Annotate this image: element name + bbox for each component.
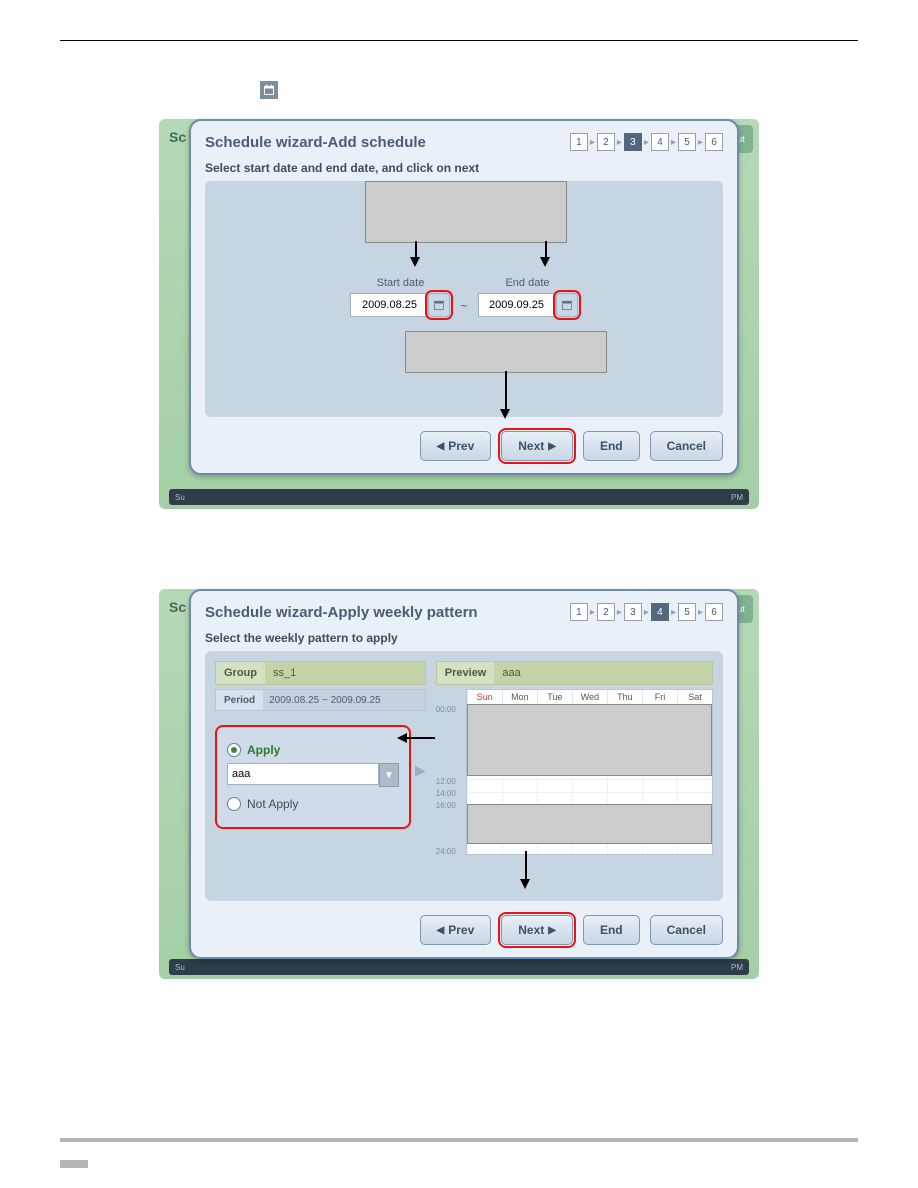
end-date-input[interactable]: [478, 293, 556, 317]
dialog-subtitle: Select start date and end date, and clic…: [205, 161, 723, 175]
group-bar: Group ss_1: [215, 661, 426, 685]
not-apply-radio-row[interactable]: Not Apply: [227, 797, 399, 811]
preview-bar: Preview aaa: [436, 661, 713, 685]
dialog-body: Start date ~ End date: [205, 181, 723, 417]
day-tue: Tue: [537, 690, 572, 704]
step-1[interactable]: 1: [570, 133, 588, 151]
apply-label: Apply: [247, 743, 280, 757]
callout-top: [365, 181, 567, 243]
arrow-head: [520, 879, 530, 889]
step-1[interactable]: 1: [570, 603, 588, 621]
bg-bot: SuPM: [169, 489, 749, 505]
day-thu: Thu: [607, 690, 642, 704]
bg-sc: Sc: [169, 599, 186, 615]
day-mon: Mon: [502, 690, 537, 704]
dialog-title: Schedule wizard-Add schedule: [205, 134, 426, 151]
bg-rd: rd: [739, 627, 749, 639]
start-date-calendar-button[interactable]: [428, 293, 450, 317]
prev-button[interactable]: ◀Prev: [420, 915, 492, 945]
screenshot-2: Sc ut rd SuPM Schedule wizard-Apply week…: [159, 589, 759, 979]
end-date-label: End date: [505, 277, 549, 289]
arrow-head: [397, 733, 407, 743]
step-5[interactable]: 5: [678, 133, 696, 151]
step-6[interactable]: 6: [705, 133, 723, 151]
step-2[interactable]: 2: [597, 133, 615, 151]
callout-bottom: [405, 331, 607, 373]
arrow-head: [410, 257, 420, 267]
apply-select-input[interactable]: [227, 763, 379, 785]
bg-rd: rd: [739, 157, 749, 169]
arrow-head: [500, 409, 510, 419]
next-button[interactable]: Next▶: [501, 431, 573, 461]
bg-bot: SuPM: [169, 959, 749, 975]
dialog-add-schedule: Schedule wizard-Add schedule 1▸ 2▸ 3▸ 4▸…: [189, 119, 739, 475]
arrow-line: [505, 371, 507, 411]
step-4[interactable]: 4: [651, 133, 669, 151]
not-apply-radio[interactable]: [227, 797, 241, 811]
next-button[interactable]: Next▶: [501, 915, 573, 945]
dialog-subtitle: Select the weekly pattern to apply: [205, 631, 723, 645]
step-3[interactable]: 3: [624, 603, 642, 621]
arrow-line: [525, 851, 527, 881]
expand-icon: ▶: [415, 762, 426, 779]
cancel-button[interactable]: Cancel: [650, 915, 723, 945]
step-4[interactable]: 4: [651, 603, 669, 621]
end-button[interactable]: End: [583, 431, 640, 461]
start-date-input[interactable]: [350, 293, 428, 317]
step-2[interactable]: 2: [597, 603, 615, 621]
day-sun: Sun: [467, 690, 502, 704]
dialog-title: Schedule wizard-Apply weekly pattern: [205, 604, 478, 621]
wizard-steps: 1▸ 2▸ 3▸ 4▸ 5▸ 6: [570, 603, 723, 621]
wizard-steps: 1▸ 2▸ 3▸ 4▸ 5▸ 6: [570, 133, 723, 151]
end-date-calendar-button[interactable]: [556, 293, 578, 317]
preview-block-top: [467, 704, 712, 776]
cancel-button[interactable]: Cancel: [650, 431, 723, 461]
apply-radio-row[interactable]: Apply: [227, 743, 399, 757]
arrow-head: [540, 257, 550, 267]
step-5[interactable]: 5: [678, 603, 696, 621]
not-apply-label: Not Apply: [247, 797, 298, 811]
day-wed: Wed: [572, 690, 607, 704]
apply-box: Apply ▼ Not Apply: [215, 725, 411, 829]
top-rule: [60, 40, 858, 41]
apply-select-dropdown[interactable]: ▼: [379, 763, 399, 787]
screenshot-1: Sc ut rd SuPM Schedule wizard-Add schedu…: [159, 119, 759, 509]
apply-radio[interactable]: [227, 743, 241, 757]
schedule-preview-grid: Sun Mon Tue Wed Thu Fri Sat: [466, 689, 713, 855]
start-date-label: Start date: [377, 277, 425, 289]
calendar-icon: [260, 81, 278, 99]
step-6[interactable]: 6: [705, 603, 723, 621]
day-sat: Sat: [677, 690, 712, 704]
bottom-rule: [60, 1138, 858, 1142]
period-bar: Period 2009.08.25 ~ 2009.09.25: [215, 689, 426, 711]
dialog-apply-weekly: Schedule wizard-Apply weekly pattern 1▸ …: [189, 589, 739, 959]
step-3[interactable]: 3: [624, 133, 642, 151]
dialog-body: Group ss_1 Period 2009.08.25 ~ 2009.09.2…: [205, 651, 723, 901]
prev-button[interactable]: ◀Prev: [420, 431, 492, 461]
bg-sc: Sc: [169, 129, 186, 145]
arrow-line: [405, 737, 435, 739]
intro-row: [260, 81, 858, 99]
tilde: ~: [460, 299, 467, 313]
end-button[interactable]: End: [583, 915, 640, 945]
day-fri: Fri: [642, 690, 677, 704]
preview-block-bottom: [467, 804, 712, 844]
page-number: [60, 1160, 88, 1168]
